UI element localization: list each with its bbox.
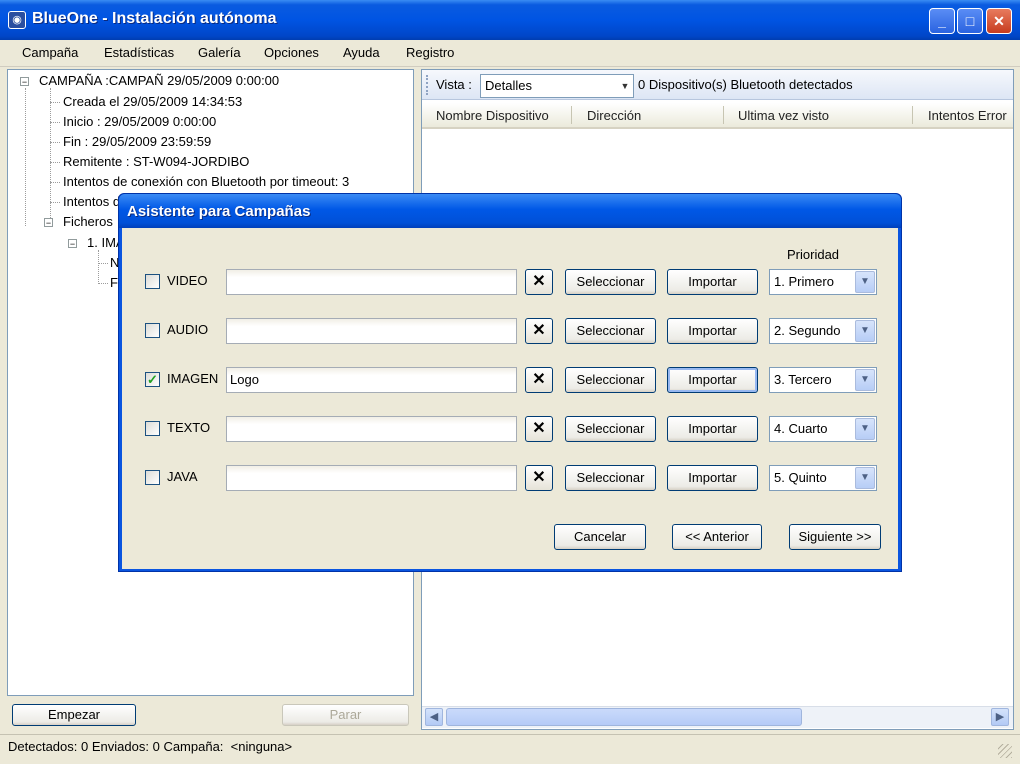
resize-grip-icon[interactable] bbox=[998, 744, 1012, 758]
tree-line-connector bbox=[50, 102, 60, 103]
tree-line-connector bbox=[50, 88, 51, 220]
priority-header: Prioridad bbox=[787, 247, 840, 262]
menu-opciones[interactable]: Opciones bbox=[264, 45, 319, 60]
image-clear-icon[interactable]: ✕ bbox=[525, 367, 553, 393]
chevron-down-icon[interactable]: ▼ bbox=[855, 369, 875, 391]
maximize-button[interactable]: □ bbox=[957, 8, 983, 34]
text-label: TEXTO bbox=[167, 420, 211, 435]
audio-select-button[interactable]: Seleccionar bbox=[565, 318, 656, 344]
scroll-left-icon[interactable]: ◀ bbox=[425, 708, 443, 726]
column-header-device-name[interactable]: Nombre Dispositivo bbox=[436, 108, 549, 123]
video-clear-icon[interactable]: ✕ bbox=[525, 269, 553, 295]
tree-item-ficheros[interactable]: Ficheros bbox=[63, 214, 113, 229]
tree-collapse-icon[interactable]: − bbox=[68, 239, 77, 249]
column-separator[interactable] bbox=[912, 106, 913, 124]
status-text: Detectados: 0 Enviados: 0 Campaña: <ning… bbox=[8, 739, 292, 754]
stop-button[interactable]: Parar bbox=[282, 704, 409, 726]
video-import-button[interactable]: Importar bbox=[667, 269, 758, 295]
chevron-down-icon[interactable]: ▼ bbox=[855, 271, 875, 293]
menu-registro[interactable]: Registro bbox=[406, 45, 454, 60]
tree-line-connector bbox=[98, 263, 108, 264]
status-detected-value: 0 bbox=[81, 739, 89, 754]
menu-estadisticas[interactable]: Estadísticas bbox=[104, 45, 174, 60]
chevron-down-icon[interactable]: ▼ bbox=[855, 320, 875, 342]
java-select-button[interactable]: Seleccionar bbox=[565, 465, 656, 491]
next-button[interactable]: Siguiente >> bbox=[789, 524, 881, 550]
audio-label: AUDIO bbox=[167, 322, 209, 337]
image-label: IMAGEN bbox=[167, 371, 219, 386]
view-label: Vista : bbox=[436, 77, 472, 92]
image-select-button[interactable]: Seleccionar bbox=[565, 367, 656, 393]
tree-line-connector bbox=[25, 88, 26, 226]
tree-line-connector bbox=[98, 250, 99, 284]
status-campaign-label: Campaña: bbox=[163, 739, 224, 754]
minimize-button[interactable]: _ bbox=[929, 8, 955, 34]
text-checkbox[interactable] bbox=[145, 421, 160, 436]
video-label: VIDEO bbox=[167, 273, 208, 288]
tree-root-campaign[interactable]: CAMPAÑA :CAMPAÑ 29/05/2009 0:00:00 bbox=[39, 73, 279, 88]
tree-line-connector bbox=[98, 283, 108, 284]
toolbar-grip[interactable] bbox=[426, 75, 428, 95]
tree-collapse-icon[interactable]: − bbox=[44, 218, 53, 228]
audio-clear-icon[interactable]: ✕ bbox=[525, 318, 553, 344]
image-checkbox[interactable]: ✓ bbox=[145, 372, 160, 387]
tree-line-connector bbox=[50, 182, 60, 183]
cancel-button[interactable]: Cancelar bbox=[554, 524, 646, 550]
start-button[interactable]: Empezar bbox=[12, 704, 136, 726]
audio-checkbox[interactable] bbox=[145, 323, 160, 338]
column-header-last-seen[interactable]: Ultima vez visto bbox=[738, 108, 829, 123]
text-file-field[interactable] bbox=[226, 416, 517, 442]
audio-file-field[interactable] bbox=[226, 318, 517, 344]
java-import-button[interactable]: Importar bbox=[667, 465, 758, 491]
java-checkbox[interactable] bbox=[145, 470, 160, 485]
scroll-right-icon[interactable]: ▶ bbox=[991, 708, 1009, 726]
video-select-button[interactable]: Seleccionar bbox=[565, 269, 656, 295]
tree-item[interactable]: Creada el 29/05/2009 14:34:53 bbox=[63, 94, 242, 109]
column-header-error-attempts[interactable]: Intentos Error bbox=[928, 108, 1007, 123]
image-file-field[interactable]: Logo bbox=[226, 367, 517, 393]
chevron-down-icon[interactable]: ▼ bbox=[855, 467, 875, 489]
detected-devices-status: 0 Dispositivo(s) Bluetooth detectados bbox=[638, 77, 853, 92]
java-clear-icon[interactable]: ✕ bbox=[525, 465, 553, 491]
view-select[interactable]: Detalles bbox=[480, 74, 634, 98]
image-import-button[interactable]: Importar bbox=[667, 367, 758, 393]
video-file-field[interactable] bbox=[226, 269, 517, 295]
tree-line-connector bbox=[50, 142, 60, 143]
column-separator[interactable] bbox=[571, 106, 572, 124]
java-file-field[interactable] bbox=[226, 465, 517, 491]
tree-item[interactable]: Intentos de conexión con Bluetooth por t… bbox=[63, 174, 349, 189]
video-checkbox[interactable] bbox=[145, 274, 160, 289]
menu-ayuda[interactable]: Ayuda bbox=[343, 45, 380, 60]
view-dropdown-icon[interactable]: ▼ bbox=[618, 76, 632, 96]
close-button[interactable]: ✕ bbox=[986, 8, 1012, 34]
tree-item[interactable]: Fin : 29/05/2009 23:59:59 bbox=[63, 134, 211, 149]
tree-line-connector bbox=[50, 202, 60, 203]
tree-item[interactable]: Remitente : ST-W094-JORDIBO bbox=[63, 154, 249, 169]
status-campaign-value: <ninguna> bbox=[230, 739, 293, 754]
tree-collapse-icon[interactable]: − bbox=[20, 77, 29, 87]
audio-import-button[interactable]: Importar bbox=[667, 318, 758, 344]
previous-button[interactable]: << Anterior bbox=[672, 524, 762, 550]
chevron-down-icon[interactable]: ▼ bbox=[855, 418, 875, 440]
window-title: BlueOne - Instalación autónoma bbox=[32, 10, 277, 27]
column-header-address[interactable]: Dirección bbox=[587, 108, 641, 123]
text-select-button[interactable]: Seleccionar bbox=[565, 416, 656, 442]
app-icon[interactable]: ◉ bbox=[8, 11, 26, 29]
status-detected-label: Detectados: bbox=[8, 739, 78, 754]
scrollbar-thumb[interactable] bbox=[446, 708, 802, 726]
tree-item[interactable]: Intentos d bbox=[63, 194, 120, 209]
text-clear-icon[interactable]: ✕ bbox=[525, 416, 553, 442]
column-separator[interactable] bbox=[723, 106, 724, 124]
menu-galeria[interactable]: Galería bbox=[198, 45, 241, 60]
dialog-title: Asistente para Campañas bbox=[127, 203, 311, 220]
tree-line-connector bbox=[50, 162, 60, 163]
tree-item[interactable]: F bbox=[110, 275, 118, 290]
status-sent-label: Enviados: bbox=[91, 739, 149, 754]
java-label: JAVA bbox=[167, 469, 198, 484]
tree-line-connector bbox=[50, 122, 60, 123]
menu-campana[interactable]: Campaña bbox=[22, 45, 78, 60]
status-sent-value: 0 bbox=[152, 739, 160, 754]
text-import-button[interactable]: Importar bbox=[667, 416, 758, 442]
tree-item[interactable]: Inicio : 29/05/2009 0:00:00 bbox=[63, 114, 216, 129]
